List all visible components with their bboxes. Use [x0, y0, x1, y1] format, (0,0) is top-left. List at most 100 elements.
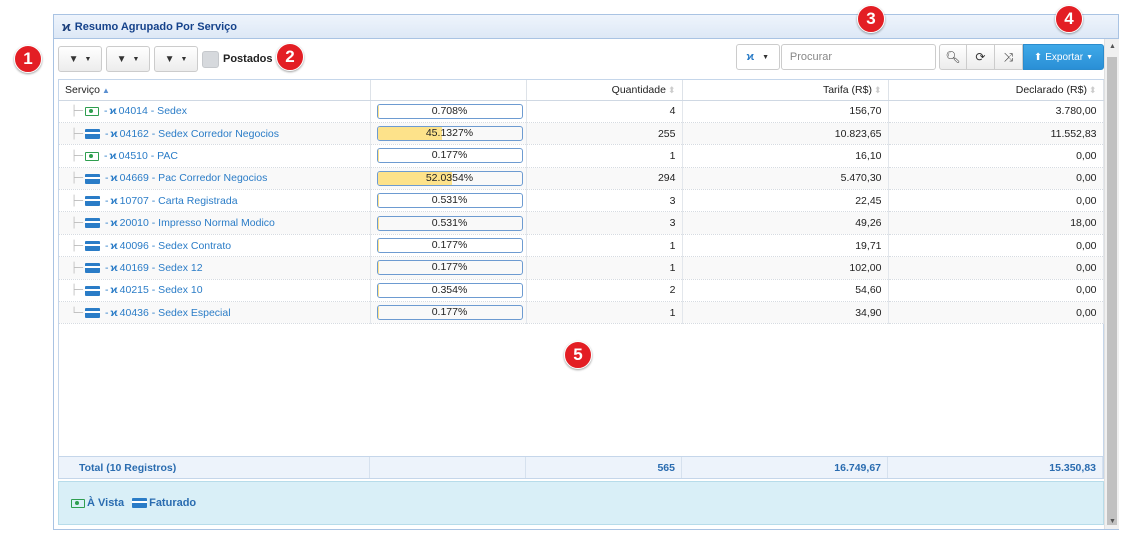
- table-row[interactable]: ├─ - ϰ 04669 - Pac Corredor Negocios 52.0354…: [59, 167, 1104, 191]
- percent-text: 0.177%: [431, 239, 468, 252]
- percent-text: 45.1327%: [425, 127, 474, 140]
- cell-declarado: 0,00: [888, 189, 1104, 213]
- right-tools: ϰ▼ 🔍︎ ⟳ ⤨ ⬆ Exportar ▼: [735, 44, 1104, 70]
- header-row: Serviço ▲ Quantidade ⬍ Tarifa (R$) ⬍ Declar…: [59, 80, 1104, 101]
- cell-servico[interactable]: ├─ - ϰ 04510 - PAC: [59, 144, 371, 168]
- percent-bar: 0.177%: [376, 148, 523, 164]
- separator: -: [104, 149, 108, 162]
- shuffle-button[interactable]: ⤨: [994, 44, 1023, 70]
- cell-quantidade: 3: [526, 189, 683, 213]
- cell-tarifa: 19,71: [682, 234, 889, 258]
- filter-button-2[interactable]: ▼ ▼: [106, 46, 150, 72]
- service-link[interactable]: 04510 - PAC: [119, 150, 178, 162]
- percent-bar: 0.708%: [376, 103, 523, 119]
- table-row[interactable]: ├─ - ϰ 04162 - Sedex Corredor Negocios 45.13…: [59, 122, 1104, 146]
- refresh-button[interactable]: ⟳: [966, 44, 995, 70]
- cell-tarifa: 156,70: [682, 100, 889, 123]
- filter-button-3[interactable]: ▼ ▼: [154, 46, 198, 72]
- credit-card-icon: [85, 263, 101, 274]
- table-row[interactable]: ├─ - ϰ 20010 - Impresso Normal Modico 0.531%…: [59, 211, 1104, 235]
- vertical-scrollbar[interactable]: ▲ ▼: [1104, 39, 1119, 529]
- cell-servico[interactable]: ├─ - ϰ 04669 - Pac Corredor Negocios: [59, 167, 371, 191]
- annotation-badge-3: 3: [857, 5, 885, 33]
- service-link[interactable]: 40436 - Sedex Especial: [120, 307, 231, 319]
- percent-text: 0.177%: [431, 261, 468, 274]
- percent-text: 52.0354%: [425, 171, 474, 184]
- table-row[interactable]: ├─ - ϰ 04510 - PAC 0.177% 1 16,10 0,00: [59, 144, 1104, 168]
- column-header-percent: [370, 80, 527, 101]
- service-link[interactable]: 40169 - Sedex 12: [120, 262, 203, 274]
- total-label: Total (10 Registros): [59, 457, 370, 478]
- service-link[interactable]: 40215 - Sedex 10: [120, 284, 203, 296]
- cell-servico[interactable]: └─ - ϰ 40436 - Sedex Especial: [59, 301, 371, 325]
- total-quantidade: 565: [526, 457, 682, 478]
- scroll-up-icon[interactable]: ▲: [1105, 39, 1120, 54]
- scrollbar-thumb[interactable]: [1107, 57, 1117, 525]
- cell-percent: 0.177%: [370, 234, 527, 258]
- cell-declarado: 0,00: [888, 234, 1104, 258]
- postados-checkbox[interactable]: Postados: [202, 50, 273, 68]
- table-row[interactable]: ├─ - ϰ 10707 - Carta Registrada 0.531% 3 22,45…: [59, 189, 1104, 213]
- service-link[interactable]: 40096 - Sedex Contrato: [120, 240, 232, 252]
- upload-icon: ⬆: [1033, 51, 1043, 63]
- separator: -: [105, 217, 109, 230]
- scroll-down-icon[interactable]: ▼: [1105, 514, 1120, 529]
- column-header-tarifa[interactable]: Tarifa (R$) ⬍: [682, 80, 889, 101]
- caret-down-icon: ▼: [84, 55, 92, 63]
- search-scope-dropdown[interactable]: ϰ ▼: [735, 44, 780, 70]
- service-link[interactable]: 04162 - Sedex Corredor Negocios: [120, 128, 279, 140]
- table-row[interactable]: ├─ - ϰ 40096 - Sedex Contrato 0.177% 1 19,71 0,…: [59, 234, 1104, 258]
- cell-percent: 0.531%: [370, 211, 527, 235]
- service-link[interactable]: 04014 - Sedex: [119, 105, 187, 117]
- table-row[interactable]: ├─ - ϰ 04014 - Sedex 0.708% 4 156,70 3.780,00: [59, 100, 1104, 123]
- percent-bar: 52.0354%: [376, 170, 523, 186]
- cell-servico[interactable]: ├─ - ϰ 04162 - Sedex Corredor Negocios: [59, 122, 371, 146]
- credit-card-icon: [85, 128, 101, 139]
- cell-servico[interactable]: ├─ - ϰ 20010 - Impresso Normal Modico: [59, 211, 371, 235]
- tree-connector: ├─: [71, 262, 84, 274]
- logo-icon: ϰ: [110, 194, 118, 207]
- credit-card-icon: [85, 307, 101, 318]
- credit-card-icon: [85, 195, 101, 206]
- separator: -: [105, 172, 109, 185]
- caret-down-icon: ▼: [132, 55, 140, 63]
- separator: -: [105, 306, 109, 319]
- search-button[interactable]: 🔍︎: [938, 44, 967, 70]
- table-row[interactable]: ├─ - ϰ 40169 - Sedex 12 0.177% 1 102,00 0,00: [59, 256, 1104, 280]
- logo-icon: ϰ: [109, 149, 117, 162]
- table-row[interactable]: └─ - ϰ 40436 - Sedex Especial 0.177% 1 34,90 0,…: [59, 301, 1104, 325]
- percent-bar: 0.354%: [376, 282, 523, 298]
- summary-panel: ϰ Resumo Agrupado Por Serviço ▼ ▼ ▼ ▼ ▼ ▼ P…: [53, 14, 1119, 530]
- total-percent-cell: [370, 457, 526, 478]
- service-link[interactable]: 04669 - Pac Corredor Negocios: [120, 172, 268, 184]
- percent-text: 0.177%: [431, 306, 468, 319]
- service-link[interactable]: 20010 - Impresso Normal Modico: [120, 217, 275, 229]
- cell-quantidade: 4: [526, 100, 683, 123]
- cell-servico[interactable]: ├─ - ϰ 10707 - Carta Registrada: [59, 189, 371, 213]
- column-header-declarado[interactable]: Declarado (R$) ⬍: [888, 80, 1104, 101]
- sort-icon: ⬍: [667, 84, 676, 95]
- tree-connector: └─: [71, 307, 84, 319]
- cell-declarado: 11.552,83: [888, 122, 1104, 146]
- cell-servico[interactable]: ├─ - ϰ 40215 - Sedex 10: [59, 279, 371, 303]
- cell-servico[interactable]: ├─ - ϰ 04014 - Sedex: [59, 100, 371, 123]
- panel-header: ϰ Resumo Agrupado Por Serviço: [54, 15, 1118, 39]
- column-header-quantidade[interactable]: Quantidade ⬍: [526, 80, 683, 101]
- service-link[interactable]: 10707 - Carta Registrada: [120, 195, 238, 207]
- search-input[interactable]: [780, 44, 936, 70]
- logo-icon: ϰ: [110, 172, 118, 185]
- checkbox-box[interactable]: [202, 50, 219, 68]
- cell-percent: 0.708%: [370, 100, 527, 123]
- legend-card-label: Faturado: [149, 497, 197, 509]
- filter-button-1[interactable]: ▼ ▼: [58, 46, 102, 72]
- separator: -: [105, 194, 109, 207]
- cell-servico[interactable]: ├─ - ϰ 40096 - Sedex Contrato: [59, 234, 371, 258]
- export-button[interactable]: ⬆ Exportar ▼: [1022, 44, 1104, 70]
- table-row[interactable]: ├─ - ϰ 40215 - Sedex 10 0.354% 2 54,60 0,00: [59, 279, 1104, 303]
- column-header-servico[interactable]: Serviço ▲: [59, 80, 371, 101]
- separator: -: [105, 261, 109, 274]
- cell-tarifa: 34,90: [682, 301, 889, 325]
- data-grid: Serviço ▲ Quantidade ⬍ Tarifa (R$) ⬍ Declar…: [58, 79, 1104, 479]
- cell-servico[interactable]: ├─ - ϰ 40169 - Sedex 12: [59, 256, 371, 280]
- percent-text: 0.531%: [431, 216, 468, 229]
